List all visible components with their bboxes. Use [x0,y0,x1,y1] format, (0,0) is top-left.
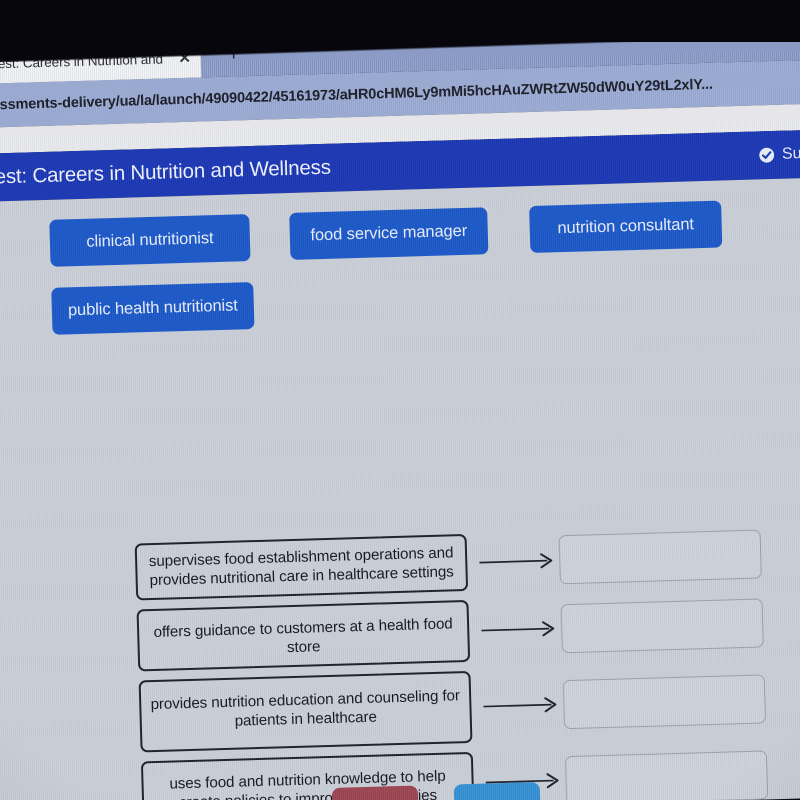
arrow-right-icon [481,621,555,637]
close-icon[interactable]: ✕ [174,48,195,69]
match-row: provides nutrition education and counsel… [138,662,781,753]
answer-chip-row-2: public health nutritionist [51,282,255,335]
browser-window: etest: Careers in Nutrition and ✕ + sses… [0,12,800,800]
reset-button[interactable] [331,785,419,800]
drop-target[interactable] [564,749,769,800]
answer-chip-nutrition-consultant[interactable]: nutrition consultant [529,200,723,254]
url-text: ssessments-delivery/ua/la/launch/4909042… [0,76,714,114]
match-row: offers guidance to customers at a health… [136,591,779,672]
prompt-box: supervises food establishment operations… [134,533,469,601]
answer-chip-label: clinical nutritionist [86,229,214,251]
question-body: clinical nutritionist food service manag… [0,176,800,800]
answer-chip-label: public health nutritionist [67,296,238,320]
answer-chip-food-service-manager[interactable]: food service manager [289,207,489,260]
next-button[interactable] [453,781,541,800]
prompt-box: offers guidance to customers at a health… [136,599,471,672]
submit-test-label: Submit T [781,144,800,163]
arrow-right-icon [479,552,553,568]
answer-chip-label: food service manager [310,221,468,245]
matching-area: supervises food establishment operations… [134,525,783,800]
answer-chip-public-health-nutritionist[interactable]: public health nutritionist [51,282,255,335]
drop-target[interactable] [558,529,762,585]
submit-test-button[interactable]: Submit T [759,144,800,164]
browser-tab-title: etest: Careers in Nutrition and [0,51,164,72]
plus-icon[interactable]: + [220,40,247,67]
prompt-box: provides nutrition education and counsel… [138,670,473,753]
arrow-right-icon [483,697,557,713]
browser-tab-active[interactable]: etest: Careers in Nutrition and ✕ [0,37,202,84]
check-circle-icon [759,147,775,163]
answer-chip-label: nutrition consultant [557,215,695,238]
photographed-screen: etest: Careers in Nutrition and ✕ + sses… [0,0,800,800]
answer-chip-clinical-nutritionist[interactable]: clinical nutritionist [49,214,251,267]
drop-target[interactable] [560,597,764,653]
match-row: supervises food establishment operations… [134,525,776,601]
drop-target[interactable] [562,673,767,729]
answer-chip-row-1: clinical nutritionist food service manag… [49,200,750,267]
